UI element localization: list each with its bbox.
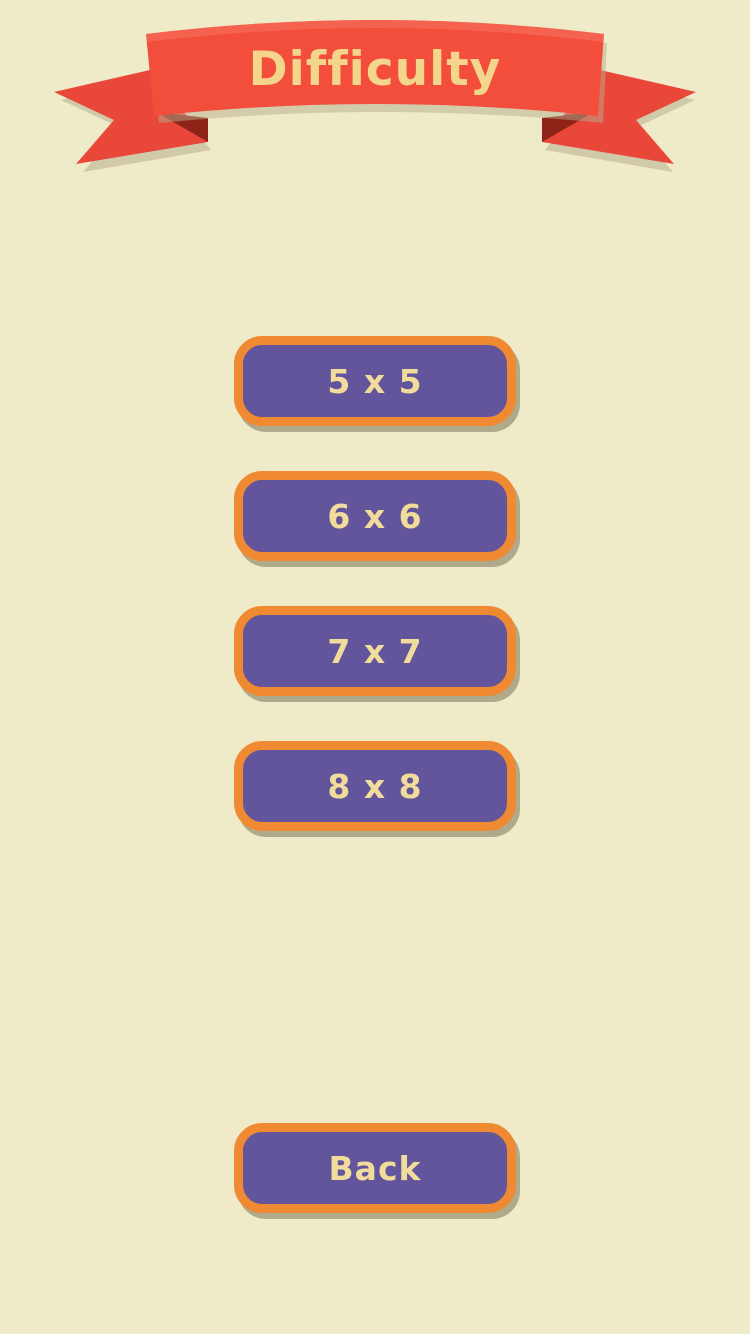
back-button-label: Back (328, 1148, 422, 1188)
back-button[interactable]: Back (234, 1123, 516, 1213)
difficulty-5x5-button[interactable]: 5 x 5 (234, 336, 516, 426)
difficulty-6x6-label: 6 x 6 (327, 496, 423, 536)
difficulty-5x5-label: 5 x 5 (327, 361, 423, 401)
difficulty-7x7-button[interactable]: 7 x 7 (234, 606, 516, 696)
difficulty-6x6-button[interactable]: 6 x 6 (234, 471, 516, 561)
difficulty-8x8-label: 8 x 8 (327, 766, 423, 806)
difficulty-screen: Difficulty 5 x 5 6 x 6 7 x 7 8 x 8 Back (0, 0, 750, 1334)
difficulty-8x8-button[interactable]: 8 x 8 (234, 741, 516, 831)
title-ribbon-banner: Difficulty (0, 0, 750, 190)
page-title: Difficulty (248, 42, 502, 97)
difficulty-7x7-label: 7 x 7 (327, 631, 423, 671)
